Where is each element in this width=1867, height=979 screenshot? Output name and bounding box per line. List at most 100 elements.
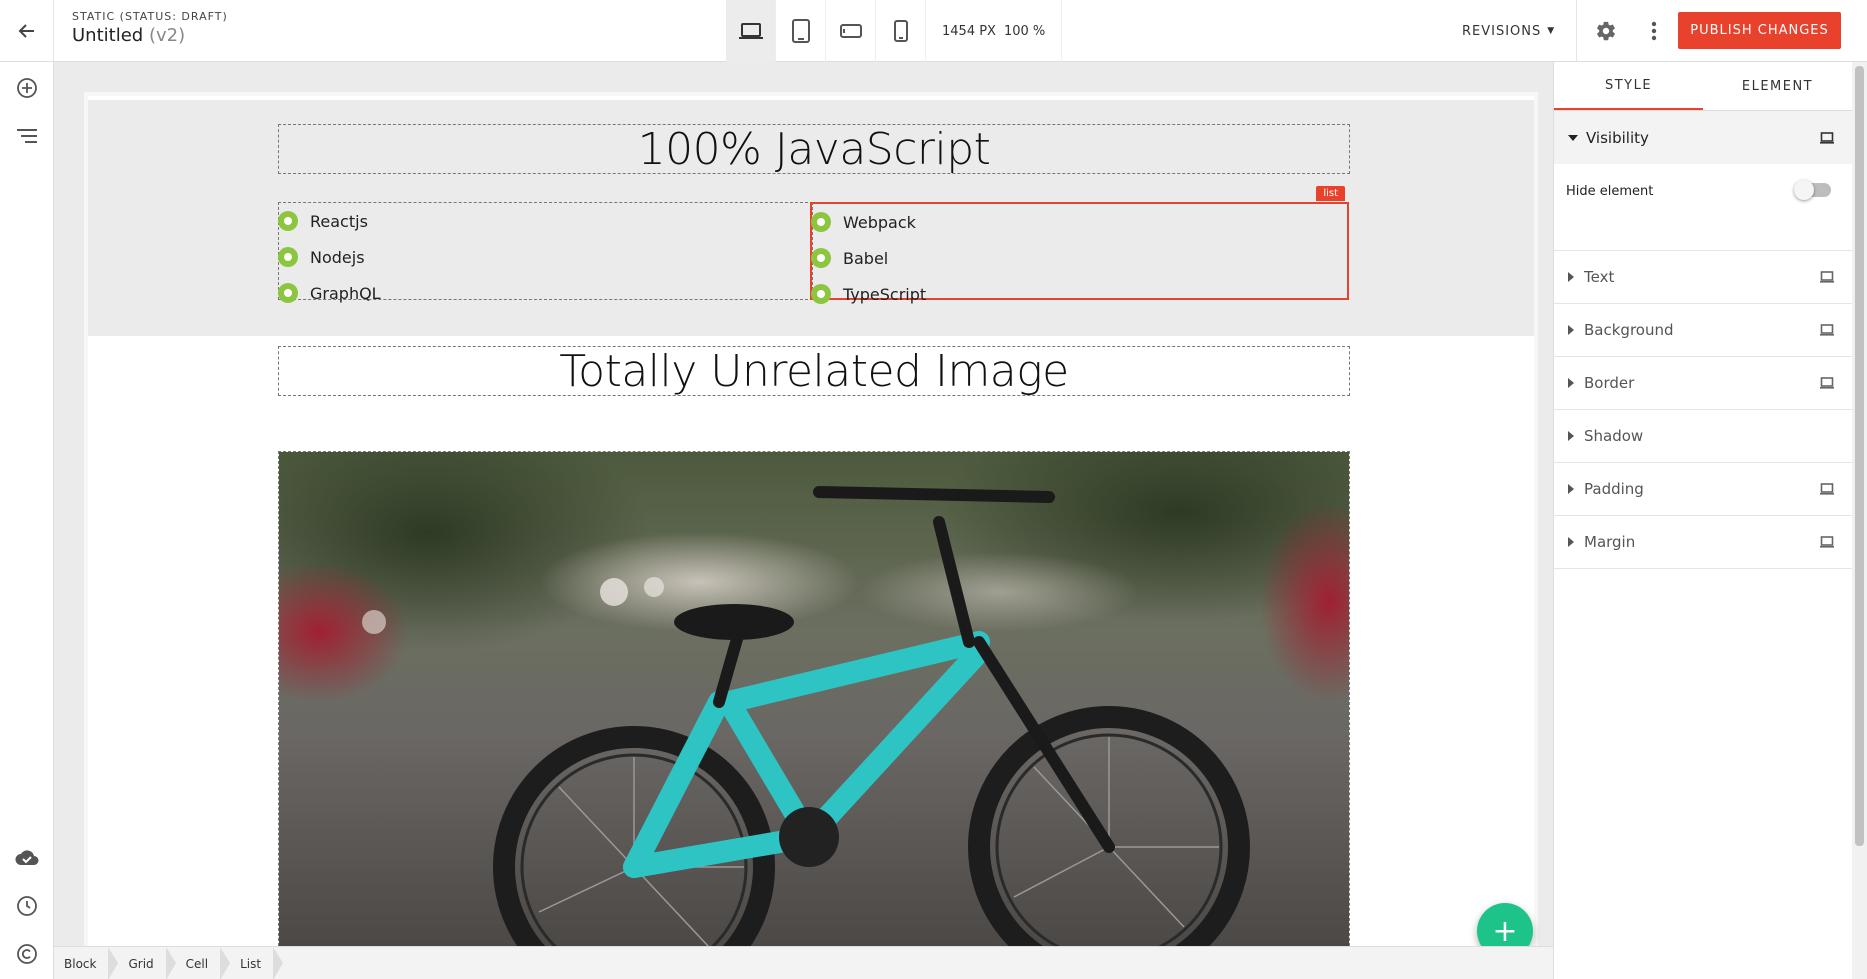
- heading-block[interactable]: 100% JavaScript: [278, 124, 1350, 175]
- visibility-body: Hide element: [1554, 164, 1852, 251]
- window-scrollbar[interactable]: [1852, 62, 1867, 979]
- breadcrumb-item-grid[interactable]: Grid: [118, 947, 176, 979]
- settings-button[interactable]: [1590, 15, 1622, 47]
- history-button[interactable]: [13, 892, 41, 920]
- section-text[interactable]: Text: [1554, 251, 1852, 304]
- bullet-icon: [811, 248, 831, 268]
- add-block-button[interactable]: [13, 74, 41, 102]
- collapsed-caret-icon: [1568, 325, 1574, 335]
- list-right-selected[interactable]: list Webpack Babel TypeScript: [810, 186, 1349, 304]
- section-visibility[interactable]: Visibility: [1554, 111, 1852, 164]
- properties-panel: STYLE ELEMENT Visibility Hide element Te…: [1553, 62, 1852, 979]
- desktop-device-icon[interactable]: [1818, 535, 1836, 549]
- panel-tabs: STYLE ELEMENT: [1554, 62, 1852, 111]
- publish-changes-button[interactable]: PUBLISH CHANGES: [1678, 12, 1841, 49]
- device-switcher: 1454 PX 100 %: [726, 0, 1063, 62]
- zoom-level: 100 %: [1003, 23, 1046, 39]
- bike-photo: [279, 452, 1349, 960]
- section-border[interactable]: Border: [1554, 357, 1852, 410]
- desktop-device-icon[interactable]: [1818, 131, 1836, 145]
- section-label: Margin: [1584, 533, 1636, 551]
- section-label: Border: [1584, 374, 1635, 392]
- copyright-icon: [17, 944, 37, 964]
- list-item-text: Nodejs: [310, 247, 365, 267]
- section-background[interactable]: Background: [1554, 304, 1852, 357]
- top-bar: STATIC (STATUS: DRAFT) Untitled (v2) 145…: [0, 0, 1867, 62]
- list-item[interactable]: Reactjs: [278, 203, 812, 239]
- page-version: (v2): [148, 25, 186, 46]
- desktop-device-icon[interactable]: [1818, 323, 1836, 337]
- tablet-icon: [791, 19, 810, 43]
- page-title[interactable]: Untitled (v2): [72, 25, 228, 46]
- plus-icon: +: [1492, 913, 1518, 949]
- left-rail: [0, 62, 54, 979]
- breadcrumb: Block Grid Cell List: [54, 946, 1553, 979]
- bullet-icon: [278, 283, 298, 303]
- section-shadow[interactable]: Shadow: [1554, 410, 1852, 463]
- layers-list-icon: [17, 129, 37, 143]
- tab-element[interactable]: ELEMENT: [1703, 62, 1852, 110]
- divider: [1576, 0, 1577, 62]
- device-mobile-button[interactable]: [876, 0, 926, 62]
- bullet-icon: [811, 212, 831, 232]
- desktop-device-icon[interactable]: [1818, 482, 1836, 496]
- list-item-text: Reactjs: [310, 211, 368, 231]
- saved-status-button[interactable]: [13, 844, 41, 872]
- revisions-dropdown[interactable]: REVISIONS ▼: [1462, 0, 1555, 62]
- list-item[interactable]: GraphQL: [278, 275, 812, 311]
- device-desktop-button[interactable]: [726, 0, 776, 62]
- page-meta: STATIC (STATUS: DRAFT) Untitled (v2): [72, 10, 228, 46]
- list-item[interactable]: Webpack: [811, 204, 1347, 240]
- scrollbar-thumb[interactable]: [1855, 66, 1864, 846]
- collapsed-caret-icon: [1568, 272, 1574, 282]
- list-left[interactable]: Reactjs Nodejs GraphQL: [278, 202, 813, 303]
- bullet-icon: [278, 211, 298, 231]
- history-icon: [17, 896, 37, 916]
- section-label: Shadow: [1584, 427, 1644, 445]
- selected-element-tag: list: [1316, 186, 1345, 201]
- bullet-icon: [811, 284, 831, 304]
- hero-section[interactable]: 100% JavaScript Reactjs Nodejs GraphQL l…: [88, 100, 1534, 336]
- collapsed-caret-icon: [1568, 537, 1574, 547]
- hide-element-toggle[interactable]: [1794, 180, 1831, 200]
- list-item-text: TypeScript: [843, 284, 927, 304]
- desktop-device-icon[interactable]: [1818, 270, 1836, 284]
- desktop-device-icon[interactable]: [1818, 376, 1836, 390]
- section-margin[interactable]: Margin: [1554, 516, 1852, 569]
- back-button[interactable]: [0, 0, 54, 62]
- editor-canvas: 100% JavaScript Reactjs Nodejs GraphQL l…: [54, 62, 1553, 979]
- page-status: STATIC (STATUS: DRAFT): [72, 10, 228, 23]
- list-item-text: Babel: [843, 248, 889, 268]
- list-item[interactable]: Nodejs: [278, 239, 812, 275]
- bullet-icon: [278, 247, 298, 267]
- breadcrumb-item-block[interactable]: Block: [54, 947, 119, 979]
- device-tablet-button[interactable]: [776, 0, 826, 62]
- tablet-landscape-icon: [839, 24, 862, 38]
- section-padding[interactable]: Padding: [1554, 463, 1852, 516]
- breadcrumb-item-cell[interactable]: Cell: [176, 947, 231, 979]
- list-item-text: Webpack: [843, 212, 916, 232]
- device-tablet-landscape-button[interactable]: [826, 0, 876, 62]
- collapsed-caret-icon: [1568, 431, 1574, 441]
- more-options-button[interactable]: [1638, 15, 1670, 47]
- viewport-info: 1454 PX 100 %: [926, 0, 1063, 62]
- hide-element-label: Hide element: [1566, 184, 1654, 199]
- collapsed-caret-icon: [1568, 378, 1574, 388]
- copyright-button[interactable]: [13, 940, 41, 968]
- breadcrumb-item-list[interactable]: List: [230, 947, 284, 979]
- image-block[interactable]: [278, 451, 1350, 961]
- list-item-text: GraphQL: [310, 283, 381, 303]
- expanded-caret-icon: [1568, 134, 1578, 141]
- revisions-label: REVISIONS: [1462, 23, 1542, 39]
- cloud-done-icon: [15, 850, 39, 865]
- section-label: Padding: [1584, 480, 1644, 498]
- heading-block-2[interactable]: Totally Unrelated Image: [278, 346, 1350, 397]
- collapsed-caret-icon: [1568, 484, 1574, 494]
- tab-style[interactable]: STYLE: [1554, 62, 1703, 110]
- list-item[interactable]: TypeScript: [811, 276, 1347, 312]
- viewport-width: 1454 PX: [942, 23, 996, 39]
- list-item[interactable]: Babel: [811, 240, 1347, 276]
- layers-button[interactable]: [13, 122, 41, 150]
- more-vertical-icon: [1651, 21, 1657, 41]
- section-label: Background: [1584, 321, 1674, 339]
